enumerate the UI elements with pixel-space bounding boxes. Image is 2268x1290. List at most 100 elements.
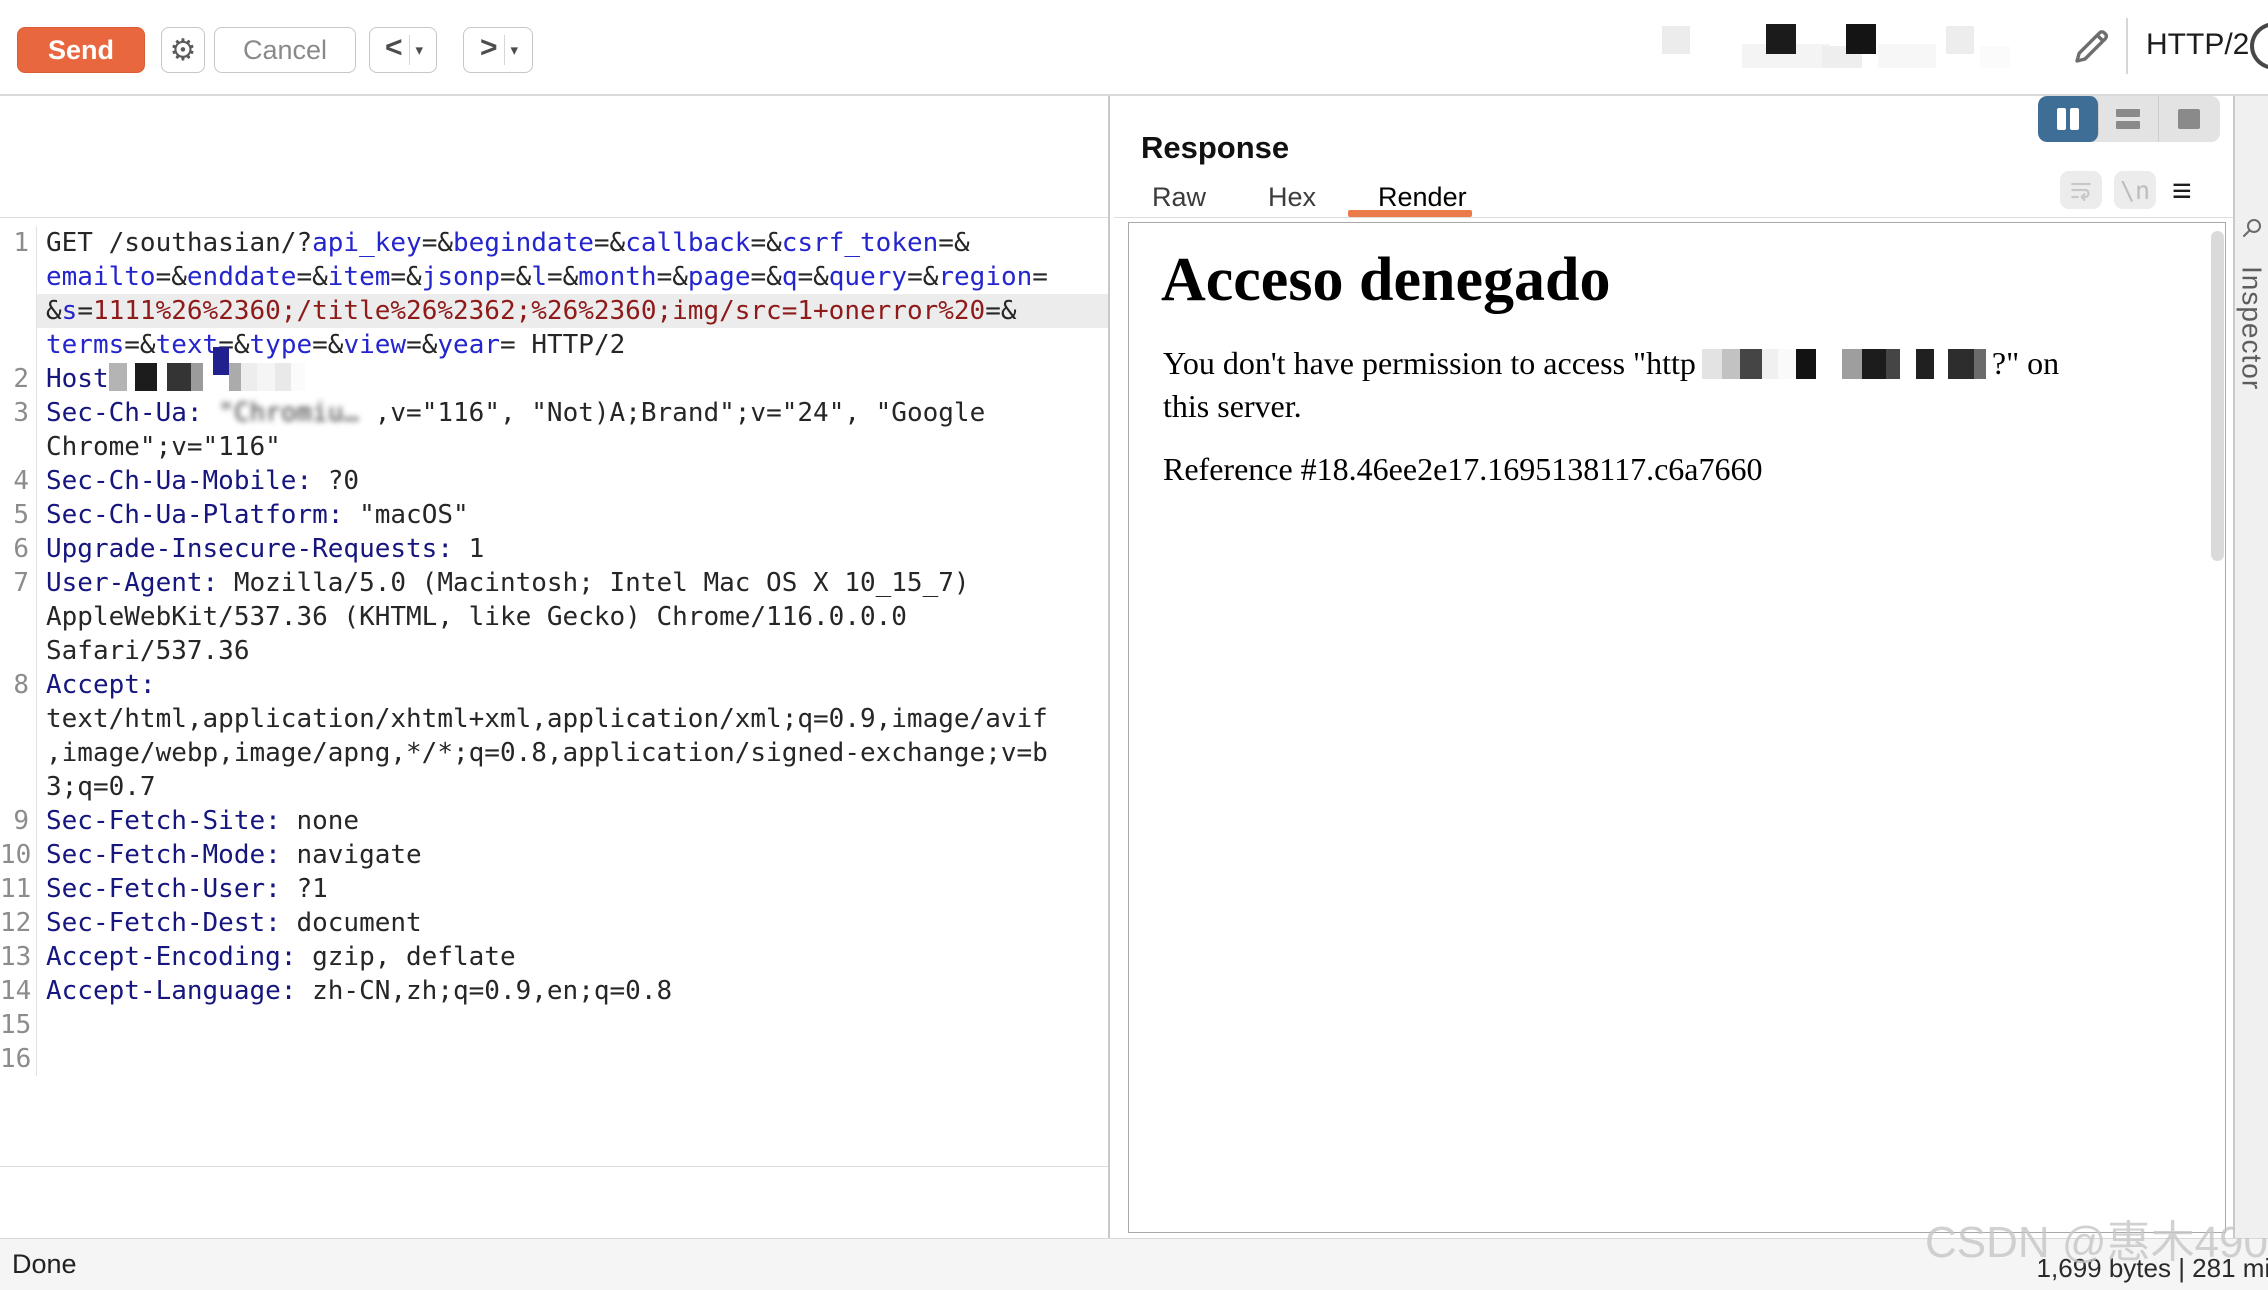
inspector-icon [2240,216,2264,240]
request-editor-row[interactable]: 7User-Agent: Mozilla/5.0 (Macintosh; Int… [0,566,1108,600]
request-editor-row[interactable]: 16 [0,1042,1108,1076]
redaction-block [157,363,167,391]
redaction-block [1842,349,1862,379]
redaction-block [1886,349,1900,379]
redaction-block [1934,349,1948,379]
line-number: 1 [0,226,37,260]
single-layout-icon [2178,109,2200,129]
request-editor-row[interactable]: Safari/537.36 [0,634,1108,668]
request-editor-row[interactable]: 4Sec-Ch-Ua-Mobile: ?0 [0,464,1108,498]
redaction-block [1662,26,1690,54]
line-number: 8 [0,668,37,702]
request-editor-row[interactable]: 1GET /southasian/?api_key=&begindate=&ca… [0,226,1108,260]
help-circle-icon[interactable] [2250,22,2268,70]
redaction-block [1740,349,1762,379]
request-editor-row[interactable]: ,image/webp,image/apng,*/*;q=0.8,applica… [0,736,1108,770]
redacted-url [1702,345,1986,381]
request-editor-row[interactable]: 12Sec-Fetch-Dest: document [0,906,1108,940]
line-number [0,736,37,770]
request-settings-button[interactable]: ⚙ [161,27,205,73]
columns-layout-icon [2070,108,2079,130]
redaction-block [1948,349,1974,379]
response-scrollbar[interactable] [2211,231,2224,561]
request-editor-row[interactable]: 3Sec-Ch-Ua: "Chromiu… ,v="116", "Not)A;B… [0,396,1108,430]
line-number [0,430,37,464]
request-editor-row[interactable]: 3;q=0.7 [0,770,1108,804]
redaction-block [203,363,213,391]
http-version-label[interactable]: HTTP/2 [2146,28,2249,62]
redaction-block [213,347,229,375]
render-heading: Acceso denegado [1161,245,1610,316]
line-number: 4 [0,464,37,498]
redaction-block [257,363,275,391]
show-newlines-toggle-disabled: \n [2114,171,2156,209]
redaction-block [167,363,191,391]
layout-single-button[interactable] [2159,96,2220,142]
redaction-block [291,363,305,391]
line-number [0,328,37,362]
chevron-left-icon: < [375,31,409,69]
request-editor-row[interactable]: emailto=&enddate=&item=&jsonp=&l=&month=… [0,260,1108,294]
request-editor-row[interactable]: 13Accept-Encoding: gzip, deflate [0,940,1108,974]
request-editor-row[interactable]: 10Sec-Fetch-Mode: navigate [0,838,1108,872]
request-editor-row[interactable]: terms=&text=&type=&view=&year= HTTP/2 [0,328,1108,362]
redaction-block [191,363,203,391]
request-editor-row[interactable]: text/html,application/xhtml+xml,applicat… [0,702,1108,736]
status-done-label: Done [12,1249,77,1280]
request-editor-row[interactable]: 14Accept-Language: zh-CN,zh;q=0.9,en;q=0… [0,974,1108,1008]
line-number: 15 [0,1008,37,1042]
line-number: 6 [0,532,37,566]
line-number [0,294,37,328]
redaction-block [135,363,157,391]
request-editor-row[interactable]: AppleWebKit/537.36 (KHTML, like Gecko) C… [0,600,1108,634]
redaction-block [1766,24,1796,54]
redaction-block [1974,349,1986,379]
gear-icon: ⚙ [170,33,197,68]
send-button[interactable]: Send [17,27,145,73]
line-number: 5 [0,498,37,532]
redaction-block [1862,349,1886,379]
request-editor-row[interactable]: 2Host [0,362,1108,396]
history-back-button[interactable]: < ▾ [369,27,437,73]
caret-down-icon[interactable]: ▾ [410,41,432,59]
word-wrap-toggle-disabled [2060,171,2102,209]
request-editor-row[interactable]: 15 [0,1008,1108,1042]
line-number [0,260,37,294]
request-editor-row[interactable]: 6Upgrade-Insecure-Requests: 1 [0,532,1108,566]
response-tab-render[interactable]: Render [1378,182,1467,213]
redaction-block [1946,26,1974,54]
inspector-collapsed-tab[interactable]: Inspector [2233,96,2268,1238]
redaction-block [241,363,257,391]
request-editor-row[interactable]: 8Accept: [0,668,1108,702]
response-panel-title: Response [1141,130,1289,166]
redaction-block [1980,46,2010,68]
redaction-block [1762,349,1778,379]
line-number [0,770,37,804]
response-tab-hex[interactable]: Hex [1268,182,1316,213]
response-tab-raw[interactable]: Raw [1152,182,1206,213]
line-number: 11 [0,872,37,906]
history-forward-button[interactable]: > ▾ [463,27,533,73]
edit-pencil-icon[interactable] [2068,22,2116,70]
inspector-label: Inspector [2236,266,2268,390]
line-number: 12 [0,906,37,940]
caret-down-icon[interactable]: ▾ [505,41,527,59]
redaction-block [127,363,135,391]
redaction-block [229,363,241,391]
redaction-block [1796,349,1816,379]
line-number: 13 [0,940,37,974]
request-editor-row[interactable]: &s=1111%26%2360;/title%26%2362;%26%2360;… [0,294,1108,328]
layout-columns-button[interactable] [2038,96,2099,142]
request-editor-row[interactable]: 9Sec-Fetch-Site: none [0,804,1108,838]
request-editor-row[interactable]: 11Sec-Fetch-User: ?1 [0,872,1108,906]
layout-rows-button[interactable] [2099,96,2160,142]
cancel-button[interactable]: Cancel [214,27,356,73]
request-editor-row[interactable]: 5Sec-Ch-Ua-Platform: "macOS" [0,498,1108,532]
request-editor-row[interactable]: Chrome";v="116" [0,430,1108,464]
request-editor[interactable]: 1GET /southasian/?api_key=&begindate=&ca… [0,218,1108,1166]
redaction-block [1916,349,1934,379]
chevron-right-icon: > [470,31,504,69]
response-menu-icon[interactable]: ≡ [2172,172,2192,211]
line-number: 2 [0,362,37,396]
line-number: 9 [0,804,37,838]
